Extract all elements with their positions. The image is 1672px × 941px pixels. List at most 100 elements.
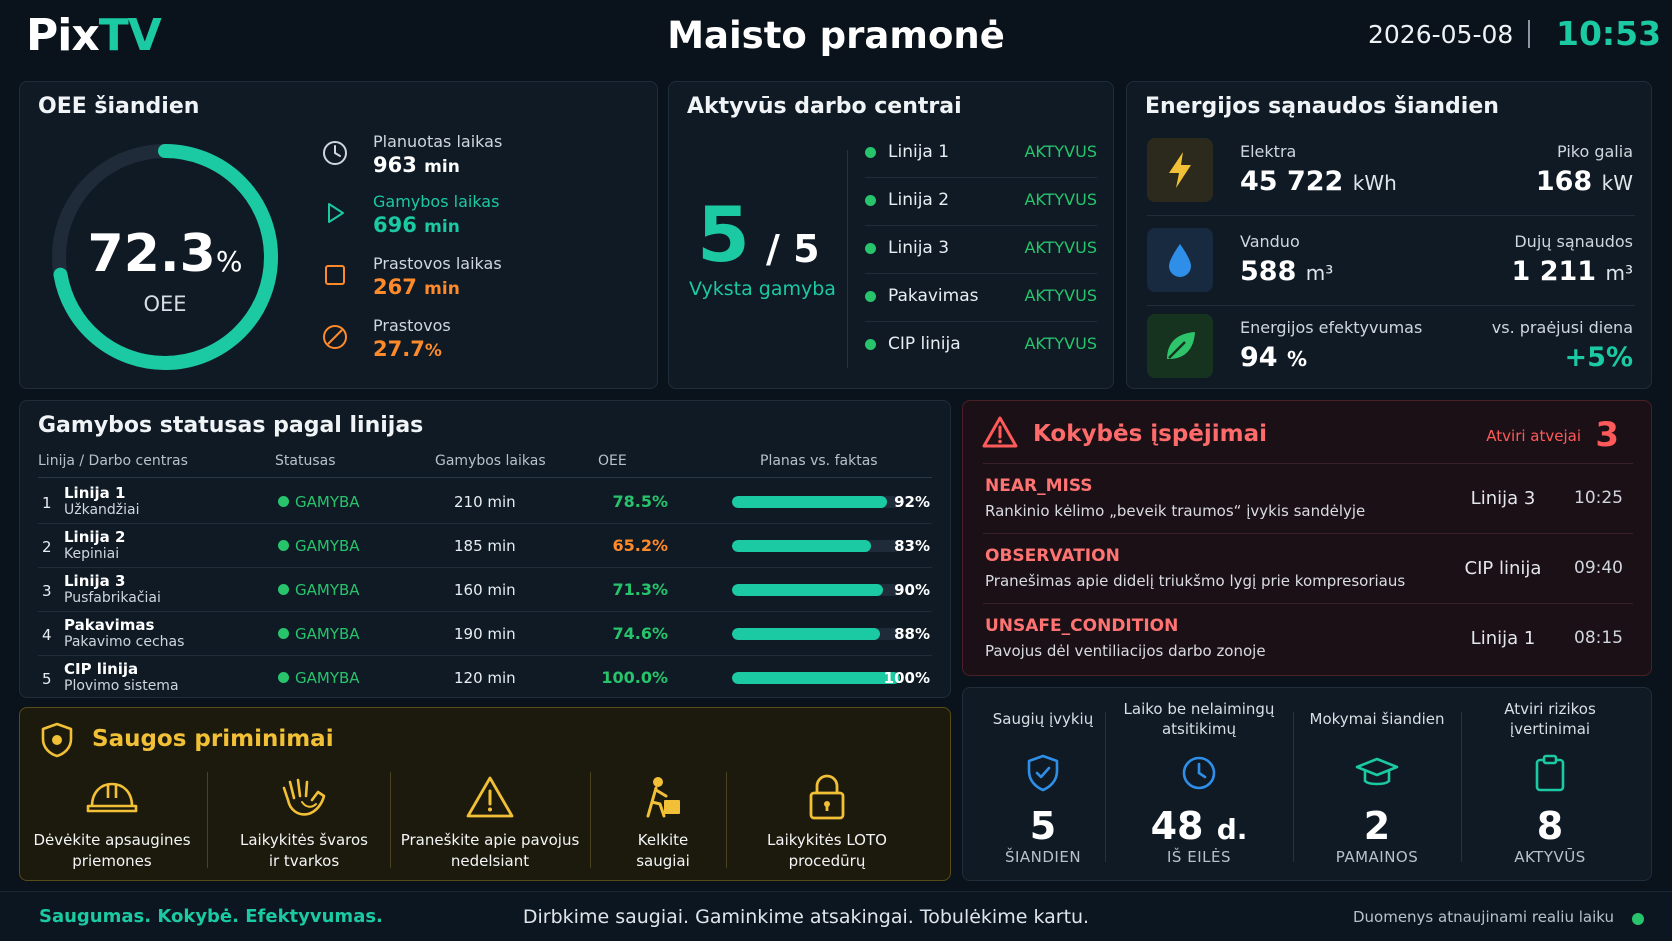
- row-status: GAMYBA: [295, 493, 360, 511]
- stat-value: 48 d.: [1150, 804, 1248, 848]
- safety-stats-panel: Saugių įvykių 5 ŠIANDIEN Laiko be nelaim…: [962, 687, 1652, 881]
- header-date: 2026-05-08: [1368, 20, 1514, 49]
- table-row: 2 Linija 2 Kepiniai GAMYBA 185 min 65.2%…: [38, 524, 932, 568]
- active-title: Aktyvūs darbo centrai: [687, 94, 962, 119]
- plan-progress-fill: [732, 540, 872, 552]
- row-line: Pakavimas: [64, 616, 155, 634]
- table-row: 4 Pakavimas Pakavimo cechas GAMYBA 190 m…: [38, 612, 932, 656]
- oee-value: 72.3%: [87, 224, 243, 284]
- quality-item[interactable]: OBSERVATION Pranešimas apie didelį triuk…: [983, 533, 1633, 603]
- energy-row-electricity: Elektra 45 722 kWh Piko galia 168 kW: [1147, 134, 1635, 216]
- row-line: Linija 2: [64, 528, 126, 546]
- quality-time: 10:25: [1574, 488, 1623, 508]
- oee-label: OEE: [143, 292, 187, 316]
- row-index: 5: [42, 670, 52, 688]
- status-dot: [278, 496, 289, 507]
- metric-label: Planuotas laikas: [373, 132, 503, 151]
- energy-right-label: Dujų sąnaudos: [1514, 232, 1633, 251]
- safety-item-text: Kelkite saugiai: [636, 831, 690, 870]
- active-item-name: CIP linija: [888, 334, 961, 354]
- row-subtitle: Užkandžiai: [64, 502, 140, 518]
- active-item-status: AKTYVUS: [1024, 190, 1097, 209]
- row-subtitle: Pusfabrikačiai: [64, 590, 161, 606]
- status-dot: [865, 243, 876, 254]
- quality-item[interactable]: UNSAFE_CONDITION Pavojus dėl ventiliacij…: [983, 603, 1633, 673]
- status-dot: [278, 672, 289, 683]
- row-oee: 100.0%: [601, 668, 668, 687]
- column-header: Planas vs. faktas: [760, 453, 878, 469]
- quality-location: CIP linija: [1464, 558, 1542, 579]
- quality-item[interactable]: NEAR_MISS Rankinio kėlimo „beveik traumo…: [983, 463, 1633, 533]
- production-title: Gamybos statusas pagal linijas: [38, 413, 424, 438]
- quality-location: Linija 1: [1470, 628, 1536, 649]
- stat-sub: ŠIANDIEN: [1004, 848, 1082, 866]
- stat-value: 5: [1029, 804, 1057, 848]
- row-plan: 100%: [883, 669, 930, 687]
- row-subtitle: Pakavimo cechas: [64, 634, 185, 650]
- energy-panel: Energijos sąnaudos šiandien Elektra 45 7…: [1126, 81, 1652, 389]
- row-index: 4: [42, 626, 52, 644]
- leaf-icon: [1147, 314, 1213, 378]
- production-status-panel: Gamybos statusas pagal linijas Linija / …: [19, 400, 951, 698]
- energy-right-label: vs. praėjusi diena: [1491, 318, 1633, 337]
- warning-icon: [400, 770, 580, 824]
- shield-check-icon: [963, 748, 1123, 798]
- quality-description: Rankinio kėlimo „beveik traumos“ įvykis …: [985, 502, 1366, 520]
- energy-row-water: Vanduo 588 m³ Dujų sąnaudos 1 211 m³: [1147, 224, 1635, 306]
- energy-label: Vanduo: [1240, 232, 1300, 251]
- status-dot: [278, 628, 289, 639]
- quality-description: Pavojus dėl ventiliacijos darbo zonoje: [985, 642, 1266, 660]
- divider: [726, 772, 727, 868]
- safety-item: Kelkite saugiai: [600, 770, 726, 872]
- plan-progress-bar: [732, 672, 900, 684]
- metric-label: Gamybos laikas: [373, 192, 500, 211]
- safety-item: Dėvėkite apsaugines priemones: [32, 770, 192, 872]
- footer-bar: Saugumas. Kokybė. Efektyvumas. Dirbkime …: [0, 891, 1672, 941]
- oee-panel: OEE šiandien 72.3% OEE Planuotas laikas …: [19, 81, 658, 389]
- row-line: Linija 3: [64, 572, 126, 590]
- active-item-name: Linija 1: [888, 142, 950, 162]
- hard-hat-icon: [32, 770, 192, 824]
- plan-progress-fill: [732, 628, 880, 640]
- clock-icon: [1109, 748, 1289, 798]
- row-plan: 88%: [894, 625, 930, 643]
- active-subtitle: Vyksta gamyba: [689, 278, 836, 300]
- active-item-status: AKTYVUS: [1024, 142, 1097, 161]
- safety-item: Laikykitės LOTO procedūrų: [732, 770, 922, 872]
- quality-location: Linija 3: [1470, 488, 1536, 509]
- energy-right-value: 168 kW: [1535, 166, 1633, 197]
- active-item: Linija 3 AKTYVUS: [865, 226, 1097, 274]
- energy-value: 588 m³: [1240, 256, 1334, 287]
- stat-risk-assessments: Atviri rizikos įvertinimai 8 AKTYVŪS: [1465, 698, 1635, 866]
- row-time: 120 min: [454, 669, 516, 687]
- column-header: Linija / Darbo centras: [38, 453, 188, 469]
- stat-value: 8: [1536, 804, 1564, 848]
- energy-right-label: Piko galia: [1557, 142, 1633, 161]
- row-oee: 65.2%: [612, 536, 668, 555]
- active-item-status: AKTYVUS: [1024, 286, 1097, 305]
- row-line: Linija 1: [64, 484, 126, 502]
- row-status: GAMYBA: [295, 669, 360, 687]
- metric-value: 27.7%: [373, 337, 442, 361]
- row-status: GAMYBA: [295, 625, 360, 643]
- energy-right-value: +5%: [1564, 342, 1633, 373]
- quality-time: 08:15: [1574, 628, 1623, 648]
- status-dot: [278, 540, 289, 551]
- safety-item-text: Dėvėkite apsaugines priemones: [33, 831, 191, 870]
- hands-icon: [218, 770, 390, 824]
- stat-safe-events: Saugių įvykių 5 ŠIANDIEN: [963, 698, 1123, 866]
- status-dot: [865, 339, 876, 350]
- energy-right-value: 1 211 m³: [1511, 256, 1633, 287]
- row-status: GAMYBA: [295, 581, 360, 599]
- active-item: CIP linija AKTYVUS: [865, 322, 1097, 370]
- table-row: 1 Linija 1 Užkandžiai GAMYBA 210 min 78.…: [38, 480, 932, 524]
- ban-icon: [323, 325, 347, 349]
- row-time: 210 min: [454, 493, 516, 511]
- divider: [590, 772, 591, 868]
- safety-item-text: Laikykitės LOTO procedūrų: [767, 831, 887, 870]
- active-item: Linija 1 AKTYVUS: [865, 130, 1097, 178]
- quality-time: 09:40: [1574, 558, 1623, 578]
- safety-item-text: Laikykitės švaros ir tvarkos: [239, 831, 368, 870]
- status-dot: [865, 291, 876, 302]
- row-subtitle: Plovimo sistema: [64, 678, 179, 694]
